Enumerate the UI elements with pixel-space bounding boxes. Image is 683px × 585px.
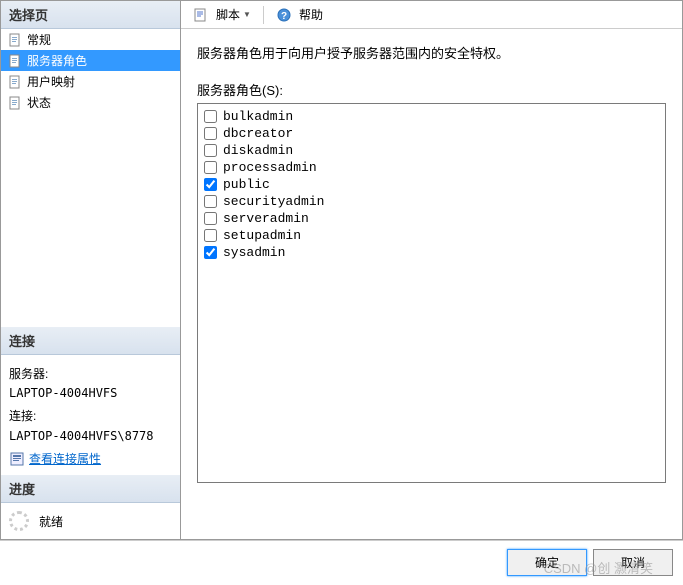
role-label: securityadmin xyxy=(223,194,324,209)
server-label: 服务器: xyxy=(9,365,172,384)
progress-status: 就绪 xyxy=(39,513,63,530)
view-connection-properties-link[interactable]: 查看连接属性 xyxy=(29,450,101,469)
role-checkbox-processadmin[interactable] xyxy=(204,161,217,174)
sidebar-item-服务器角色[interactable]: 服务器角色 xyxy=(1,50,180,71)
page-icon xyxy=(7,32,23,48)
ok-button[interactable]: 确定 xyxy=(507,549,587,576)
role-row[interactable]: sysadmin xyxy=(204,244,659,261)
role-row[interactable]: setupadmin xyxy=(204,227,659,244)
role-label: sysadmin xyxy=(223,245,285,260)
sidebar-item-label: 用户映射 xyxy=(27,73,75,90)
help-icon: ? xyxy=(276,7,292,23)
role-row[interactable]: processadmin xyxy=(204,159,659,176)
sidebar-item-label: 服务器角色 xyxy=(27,52,87,69)
role-checkbox-public[interactable] xyxy=(204,178,217,191)
page-icon xyxy=(7,53,23,69)
sidebar: 选择页 常规服务器角色用户映射状态 连接 服务器: LAPTOP-4004HVF… xyxy=(1,1,181,539)
role-checkbox-diskadmin[interactable] xyxy=(204,144,217,157)
role-label: diskadmin xyxy=(223,143,293,158)
role-label: bulkadmin xyxy=(223,109,293,124)
script-label: 脚本 xyxy=(216,6,240,23)
role-label: processadmin xyxy=(223,160,317,175)
page-icon xyxy=(7,95,23,111)
role-checkbox-securityadmin[interactable] xyxy=(204,195,217,208)
conn-label: 连接: xyxy=(9,407,172,426)
sidebar-item-常规[interactable]: 常规 xyxy=(1,29,180,50)
role-label: dbcreator xyxy=(223,126,293,141)
server-value: LAPTOP-4004HVFS xyxy=(9,384,172,403)
cancel-button[interactable]: 取消 xyxy=(593,549,673,576)
role-checkbox-bulkadmin[interactable] xyxy=(204,110,217,123)
role-checkbox-sysadmin[interactable] xyxy=(204,246,217,259)
script-icon xyxy=(193,7,209,23)
main-panel: 脚本 ▼ ? 帮助 服务器角色用于向用户授予服务器范围内的安全特权。 服务器角色… xyxy=(181,1,682,539)
dialog-container: 选择页 常规服务器角色用户映射状态 连接 服务器: LAPTOP-4004HVF… xyxy=(0,0,683,540)
role-label: setupadmin xyxy=(223,228,301,243)
conn-value: LAPTOP-4004HVFS\8778 xyxy=(9,427,172,446)
sidebar-item-用户映射[interactable]: 用户映射 xyxy=(1,71,180,92)
help-label: 帮助 xyxy=(299,6,323,23)
role-row[interactable]: serveradmin xyxy=(204,210,659,227)
role-checkbox-dbcreator[interactable] xyxy=(204,127,217,140)
footer: 确定 取消 xyxy=(0,540,683,584)
role-checkbox-serveradmin[interactable] xyxy=(204,212,217,225)
progress-header: 进度 xyxy=(1,475,180,503)
role-label: public xyxy=(223,177,270,192)
sidebar-items: 常规服务器角色用户映射状态 xyxy=(1,29,180,113)
role-row[interactable]: dbcreator xyxy=(204,125,659,142)
role-row[interactable]: public xyxy=(204,176,659,193)
dropdown-arrow-icon: ▼ xyxy=(243,10,251,19)
toolbar: 脚本 ▼ ? 帮助 xyxy=(181,1,682,29)
roles-listbox[interactable]: bulkadmin dbcreator diskadmin processadmin p… xyxy=(197,103,666,483)
select-page-header: 选择页 xyxy=(1,1,180,29)
content-area: 服务器角色用于向用户授予服务器范围内的安全特权。 服务器角色(S): bulka… xyxy=(181,29,682,539)
spinner-icon xyxy=(9,511,29,531)
progress-row: 就绪 xyxy=(1,503,180,539)
role-checkbox-setupadmin[interactable] xyxy=(204,229,217,242)
sidebar-item-状态[interactable]: 状态 xyxy=(1,92,180,113)
toolbar-separator xyxy=(263,6,264,24)
info-icon xyxy=(9,451,25,467)
roles-label: 服务器角色(S): xyxy=(197,80,666,99)
role-label: serveradmin xyxy=(223,211,309,226)
sidebar-item-label: 状态 xyxy=(27,94,51,111)
script-button[interactable]: 脚本 ▼ xyxy=(189,4,255,25)
role-row[interactable]: bulkadmin xyxy=(204,108,659,125)
connection-header: 连接 xyxy=(1,327,180,355)
description-text: 服务器角色用于向用户授予服务器范围内的安全特权。 xyxy=(197,43,666,62)
help-button[interactable]: ? 帮助 xyxy=(272,4,327,25)
role-row[interactable]: diskadmin xyxy=(204,142,659,159)
connection-info: 服务器: LAPTOP-4004HVFS 连接: LAPTOP-4004HVFS… xyxy=(1,355,180,475)
role-row[interactable]: securityadmin xyxy=(204,193,659,210)
page-icon xyxy=(7,74,23,90)
sidebar-item-label: 常规 xyxy=(27,31,51,48)
svg-text:?: ? xyxy=(281,11,287,22)
